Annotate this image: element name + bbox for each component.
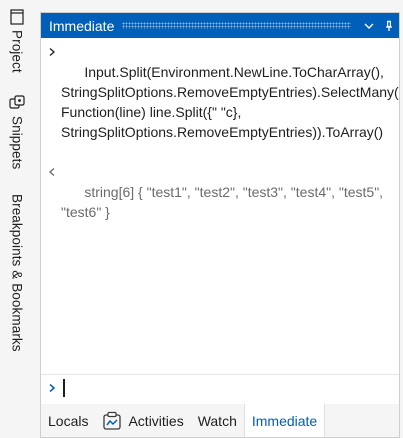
- command-prompt-icon: [45, 378, 59, 398]
- tab-locals[interactable]: Locals: [41, 404, 95, 437]
- window-titlebar[interactable]: Immediate: [41, 13, 399, 38]
- chevron-down-icon: [364, 23, 374, 29]
- side-tab-breakpoints-label: Breakpoints & Bookmarks: [9, 194, 25, 352]
- side-tab-breakpoints-bookmarks[interactable]: Breakpoints & Bookmarks: [6, 194, 28, 352]
- side-tab-snippets-label: Snippets: [9, 116, 25, 170]
- result-chevron-icon: [45, 162, 59, 182]
- side-tab-project-label: Project: [9, 30, 25, 73]
- side-tool-strip: Project Snippets Breakpoints & Bookmarks: [0, 0, 30, 438]
- tab-immediate-label: Immediate: [251, 412, 318, 429]
- window-title: Immediate: [49, 17, 115, 34]
- titlebar-drag-grip[interactable]: [122, 22, 351, 29]
- activities-icon: [103, 411, 122, 430]
- tab-activities[interactable]: Activities: [95, 404, 190, 437]
- tab-activities-label: Activities: [128, 412, 184, 429]
- immediate-output[interactable]: Input.Split(Environment.NewLine.ToCharAr…: [41, 38, 399, 378]
- tab-locals-label: Locals: [48, 412, 89, 429]
- input-chevron-icon: [45, 42, 59, 62]
- project-page-icon: [10, 9, 24, 25]
- tab-immediate[interactable]: Immediate: [243, 404, 326, 437]
- pin-icon: [386, 20, 392, 31]
- tab-watch[interactable]: Watch: [191, 404, 244, 437]
- history-result-line[interactable]: string[6] { "test1", "test2", "test3", "…: [45, 162, 399, 242]
- tab-watch-label: Watch: [197, 412, 237, 429]
- pin-button[interactable]: [379, 13, 399, 38]
- history-input-line[interactable]: Input.Split(Environment.NewLine.ToCharAr…: [45, 42, 399, 162]
- window-options-button[interactable]: [359, 13, 379, 38]
- history-result-text: string[6] { "test1", "test2", "test3", "…: [61, 184, 387, 220]
- bottom-tab-bar: Locals Activities Watch Immediate: [41, 404, 399, 437]
- side-tab-snippets[interactable]: Snippets: [6, 94, 28, 169]
- command-input[interactable]: [64, 378, 399, 398]
- side-tab-project[interactable]: Project: [6, 8, 28, 73]
- history-input-text: Input.Split(Environment.NewLine.ToCharAr…: [61, 64, 399, 140]
- immediate-window: Immediate Input.Split(Environment.NewLin…: [40, 12, 400, 438]
- snippets-icon: [9, 95, 25, 109]
- command-input-area[interactable]: [41, 374, 399, 401]
